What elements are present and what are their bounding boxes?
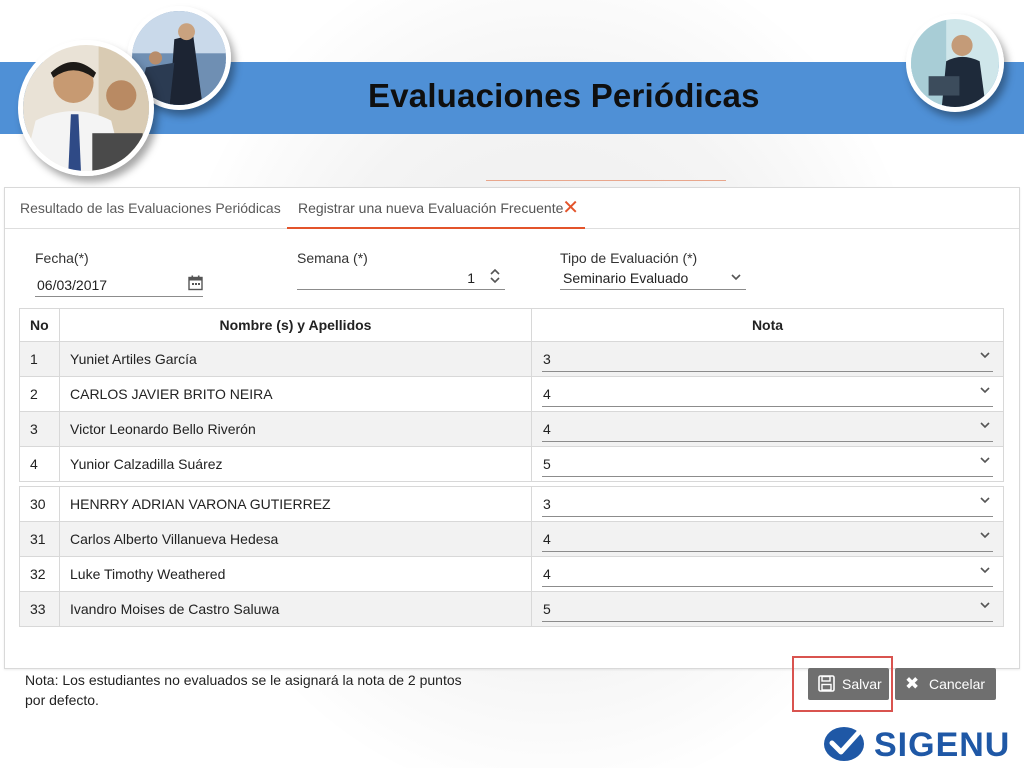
team-computer-photo: [18, 40, 154, 176]
nota-value: 5: [543, 456, 551, 472]
checkmark-logo-icon: [822, 723, 868, 768]
nota-value: 5: [543, 601, 551, 617]
nota-select[interactable]: 4: [542, 529, 993, 552]
row-name: Yunior Calzadilla Suárez: [59, 446, 532, 482]
row-nota: 4: [531, 411, 1004, 447]
semana-label: Semana (*): [297, 250, 368, 266]
chevron-down-icon: [979, 454, 991, 469]
table-row: 2 CARLOS JAVIER BRITO NEIRA 4: [19, 376, 1004, 412]
chevron-down-icon: [979, 384, 991, 399]
businessman-laptop-photo: [906, 14, 1004, 112]
row-name: HENRRY ADRIAN VARONA GUTIERREZ: [59, 486, 532, 522]
row-nota: 5: [531, 591, 1004, 627]
chevron-down-icon: [979, 564, 991, 579]
sigenu-logo: SIGENU: [822, 724, 1010, 766]
row-no: 30: [19, 486, 60, 522]
chevron-down-icon: [979, 349, 991, 364]
row-name: CARLOS JAVIER BRITO NEIRA: [59, 376, 532, 412]
nota-select[interactable]: 4: [542, 419, 993, 442]
note-text: Nota: Los estudiantes no evaluados se le…: [25, 672, 462, 708]
stepper-arrows-icon[interactable]: [489, 267, 501, 288]
semana-value: 1: [467, 270, 475, 286]
table-row: 33 Ivandro Moises de Castro Saluwa 5: [19, 591, 1004, 627]
chevron-down-icon: [979, 599, 991, 614]
tab-bar: Resultado de las Evaluaciones Periódicas…: [5, 188, 1019, 229]
slide-title: Evaluaciones Periódicas: [368, 77, 760, 114]
table-row: 4 Yunior Calzadilla Suárez 5: [19, 446, 1004, 482]
chevron-down-icon: [979, 529, 991, 544]
nota-select[interactable]: 3: [542, 494, 993, 517]
nota-value: 4: [543, 566, 551, 582]
nota-select[interactable]: 4: [542, 384, 993, 407]
header-no: No: [19, 308, 60, 342]
table-row: 3 Victor Leonardo Bello Riverón 4: [19, 411, 1004, 447]
nota-value: 4: [543, 531, 551, 547]
row-nota: 4: [531, 376, 1004, 412]
close-icon[interactable]: ✕: [562, 188, 579, 228]
row-nota: 3: [531, 486, 1004, 522]
nota-select[interactable]: 3: [542, 349, 993, 372]
row-name: Yuniet Artiles García: [59, 341, 532, 377]
row-no: 3: [19, 411, 60, 447]
row-no: 4: [19, 446, 60, 482]
cancel-label: Cancelar: [929, 676, 986, 692]
evaluation-panel: Resultado de las Evaluaciones Periódicas…: [4, 187, 1020, 669]
chevron-down-icon: [979, 494, 991, 509]
row-no: 31: [19, 521, 60, 557]
tab-registrar-label: Registrar una nueva Evaluación Frecuente: [298, 200, 564, 216]
fecha-label: Fecha(*): [35, 250, 89, 266]
table-row: 30 HENRRY ADRIAN VARONA GUTIERREZ 3: [19, 486, 1004, 522]
students-table: No Nombre (s) y Apellidos Nota 1 Yuniet …: [19, 308, 1004, 627]
row-no: 33: [19, 591, 60, 627]
tipo-select[interactable]: Seminario Evaluado: [560, 268, 746, 290]
nota-select[interactable]: 5: [542, 454, 993, 477]
header-nota: Nota: [531, 308, 1004, 342]
nota-select[interactable]: 4: [542, 564, 993, 587]
fecha-field[interactable]: 06/03/2017: [35, 275, 203, 297]
nota-value: 4: [543, 386, 551, 402]
row-nota: 5: [531, 446, 1004, 482]
row-nota: 4: [531, 521, 1004, 557]
row-no: 32: [19, 556, 60, 592]
tipo-value: Seminario Evaluado: [563, 270, 689, 286]
row-name: Luke Timothy Weathered: [59, 556, 532, 592]
cancel-button[interactable]: ✖ Cancelar: [895, 668, 996, 700]
table-row: 32 Luke Timothy Weathered 4: [19, 556, 1004, 592]
row-nota: 4: [531, 556, 1004, 592]
row-nota: 3: [531, 341, 1004, 377]
nota-value: 4: [543, 421, 551, 437]
close-icon: ✖: [905, 674, 920, 693]
tab-resultado[interactable]: Resultado de las Evaluaciones Periódicas: [20, 188, 281, 228]
save-button[interactable]: Salvar: [808, 668, 889, 700]
nota-value: 3: [543, 496, 551, 512]
decorative-line: [486, 180, 726, 181]
save-label: Salvar: [842, 676, 882, 692]
floppy-disk-icon: [818, 668, 835, 703]
nota-select[interactable]: 5: [542, 599, 993, 622]
row-name: Victor Leonardo Bello Riverón: [59, 411, 532, 447]
logo-text: SIGENU: [874, 725, 1011, 764]
calendar-icon[interactable]: [188, 275, 203, 294]
tipo-label: Tipo de Evaluación (*): [560, 250, 698, 266]
tab-registrar[interactable]: Registrar una nueva Evaluación Frecuente…: [287, 188, 585, 229]
chevron-down-icon: [979, 419, 991, 434]
table-row: 1 Yuniet Artiles García 3: [19, 341, 1004, 377]
slide: Evaluaciones Periódicas Resultado de las…: [0, 0, 1024, 768]
row-no: 1: [19, 341, 60, 377]
chevron-down-icon: [730, 270, 742, 286]
row-name: Carlos Alberto Villanueva Hedesa: [59, 521, 532, 557]
table-row: 31 Carlos Alberto Villanueva Hedesa 4: [19, 521, 1004, 557]
semana-stepper[interactable]: 1: [297, 268, 505, 290]
fecha-value: 06/03/2017: [37, 277, 108, 293]
row-no: 2: [19, 376, 60, 412]
header-name: Nombre (s) y Apellidos: [59, 308, 532, 342]
row-name: Ivandro Moises de Castro Saluwa: [59, 591, 532, 627]
nota-value: 3: [543, 351, 551, 367]
